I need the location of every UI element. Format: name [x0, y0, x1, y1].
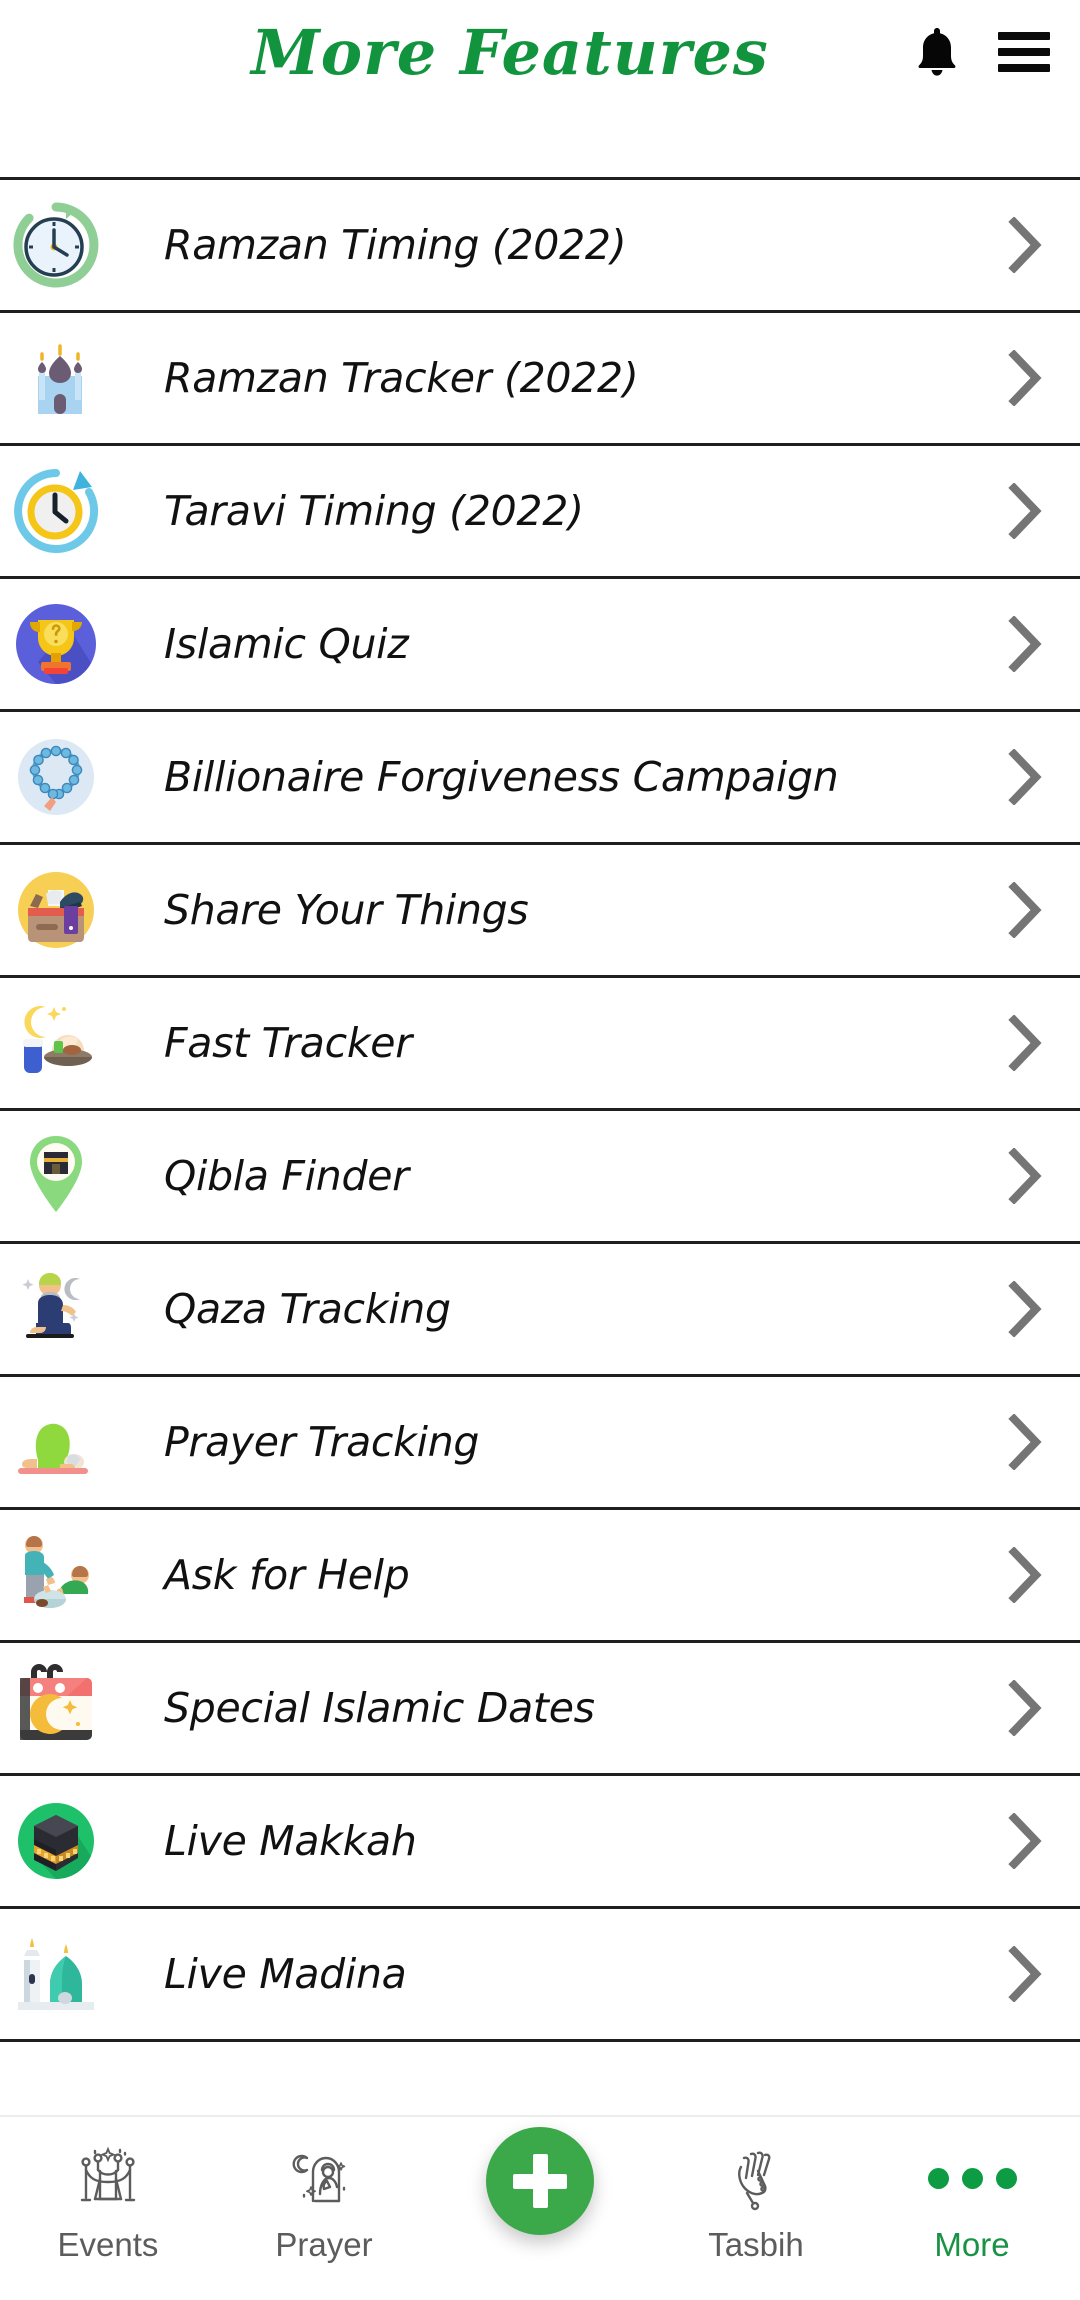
- chevron-right-icon[interactable]: [970, 1281, 1080, 1337]
- app-root: More Features Ramzan Timing (2022) Ramza…: [0, 0, 1080, 2300]
- chevron-right-icon[interactable]: [970, 217, 1080, 273]
- fab-container: [432, 2117, 648, 2300]
- nav-item-more[interactable]: More: [864, 2117, 1080, 2300]
- chevron-right-icon[interactable]: [970, 1148, 1080, 1204]
- three-dots-icon: [927, 2141, 1017, 2215]
- mosque-crescent-icon: [8, 330, 104, 426]
- chevron-right-icon[interactable]: [970, 483, 1080, 539]
- list-item-label: Prayer Tracking: [164, 1418, 480, 1466]
- list-item-label: Qibla Finder: [164, 1152, 409, 1200]
- list-item[interactable]: Ask for Help: [0, 1510, 1080, 1643]
- list-item[interactable]: Share Your Things: [0, 845, 1080, 978]
- chevron-right-icon[interactable]: [970, 350, 1080, 406]
- list-item-label: Qaza Tracking: [164, 1285, 451, 1333]
- list-item[interactable]: Ramzan Timing (2022): [0, 180, 1080, 313]
- nav-label-more: More: [934, 2226, 1010, 2263]
- feature-list: Ramzan Timing (2022) Ramzan Tracker (202…: [0, 180, 1080, 2042]
- dot: [927, 2167, 949, 2189]
- clock-refresh-icon: [8, 463, 104, 559]
- chevron-right-icon[interactable]: [970, 1813, 1080, 1869]
- iftar-meal-icon: [8, 995, 104, 1091]
- chevron-right-icon[interactable]: [970, 1946, 1080, 2002]
- list-item[interactable]: Billionaire Forgiveness Campaign: [0, 712, 1080, 845]
- sujood-person-icon: [8, 1394, 104, 1490]
- kaaba-location-pin-icon: [8, 1128, 104, 1224]
- chevron-right-icon[interactable]: [970, 749, 1080, 805]
- list-item-label: Special Islamic Dates: [164, 1684, 595, 1732]
- list-item[interactable]: Taravi Timing (2022): [0, 446, 1080, 579]
- chevron-right-icon[interactable]: [970, 1680, 1080, 1736]
- add-button[interactable]: [486, 2127, 594, 2235]
- nav-item-tasbih[interactable]: Tasbih: [648, 2117, 864, 2300]
- list-item[interactable]: Live Madina: [0, 1909, 1080, 2042]
- list-item[interactable]: Qibla Finder: [0, 1111, 1080, 1244]
- header-actions: [914, 26, 1050, 78]
- list-item[interactable]: Qaza Tracking: [0, 1244, 1080, 1377]
- list-item[interactable]: Islamic Quiz: [0, 579, 1080, 712]
- list-item-label: Taravi Timing (2022): [164, 487, 584, 535]
- dua-hands-icon: [721, 2141, 791, 2215]
- list-bottom-spacer: [0, 2042, 1080, 2115]
- nav-label-prayer: Prayer: [275, 2226, 373, 2263]
- app-header: More Features: [0, 0, 1080, 180]
- list-item-label: Live Makkah: [164, 1817, 417, 1865]
- donation-box-icon: [8, 862, 104, 958]
- kaaba-circle-icon: [8, 1793, 104, 1889]
- list-item-label: Billionaire Forgiveness Campaign: [164, 753, 839, 801]
- nav-label-events: Events: [57, 2226, 159, 2263]
- chevron-right-icon[interactable]: [970, 882, 1080, 938]
- nav-label-tasbih: Tasbih: [708, 2226, 804, 2263]
- stopwatch-clock-icon: [8, 197, 104, 293]
- bell-icon[interactable]: [914, 26, 960, 78]
- crescent-calendar-icon: [8, 1660, 104, 1756]
- list-item-label: Islamic Quiz: [164, 620, 409, 668]
- hamburger-line: [998, 48, 1050, 56]
- hamburger-line: [998, 32, 1050, 40]
- helping-hand-icon: [8, 1527, 104, 1623]
- bottom-navigation-bar: Events Prayer Tasbih More: [0, 2115, 1080, 2300]
- praying-person-night-icon: [8, 1261, 104, 1357]
- stanchion-rope-icon: [73, 2141, 143, 2215]
- list-item[interactable]: Prayer Tracking: [0, 1377, 1080, 1510]
- chevron-right-icon[interactable]: [970, 1015, 1080, 1071]
- list-item[interactable]: Special Islamic Dates: [0, 1643, 1080, 1776]
- list-item-label: Ramzan Tracker (2022): [164, 354, 639, 402]
- list-item[interactable]: Ramzan Tracker (2022): [0, 313, 1080, 446]
- list-item-label: Share Your Things: [164, 886, 529, 934]
- chevron-right-icon[interactable]: [970, 616, 1080, 672]
- list-item-label: Fast Tracker: [164, 1019, 412, 1067]
- dot: [961, 2167, 983, 2189]
- chevron-right-icon[interactable]: [970, 1414, 1080, 1470]
- hamburger-menu-icon[interactable]: [998, 32, 1050, 72]
- praying-arch-icon: [289, 2141, 359, 2215]
- trophy-question-icon: [8, 596, 104, 692]
- nav-item-prayer[interactable]: Prayer: [216, 2117, 432, 2300]
- list-item[interactable]: Live Makkah: [0, 1776, 1080, 1909]
- list-item-label: Live Madina: [164, 1950, 407, 1998]
- hamburger-line: [998, 64, 1050, 72]
- prayer-beads-icon: [8, 729, 104, 825]
- list-item-label: Ask for Help: [164, 1551, 410, 1599]
- list-item[interactable]: Fast Tracker: [0, 978, 1080, 1111]
- chevron-right-icon[interactable]: [970, 1547, 1080, 1603]
- dot: [995, 2167, 1017, 2189]
- list-item-label: Ramzan Timing (2022): [164, 221, 627, 269]
- nav-item-events[interactable]: Events: [0, 2117, 216, 2300]
- green-dome-mosque-icon: [8, 1926, 104, 2022]
